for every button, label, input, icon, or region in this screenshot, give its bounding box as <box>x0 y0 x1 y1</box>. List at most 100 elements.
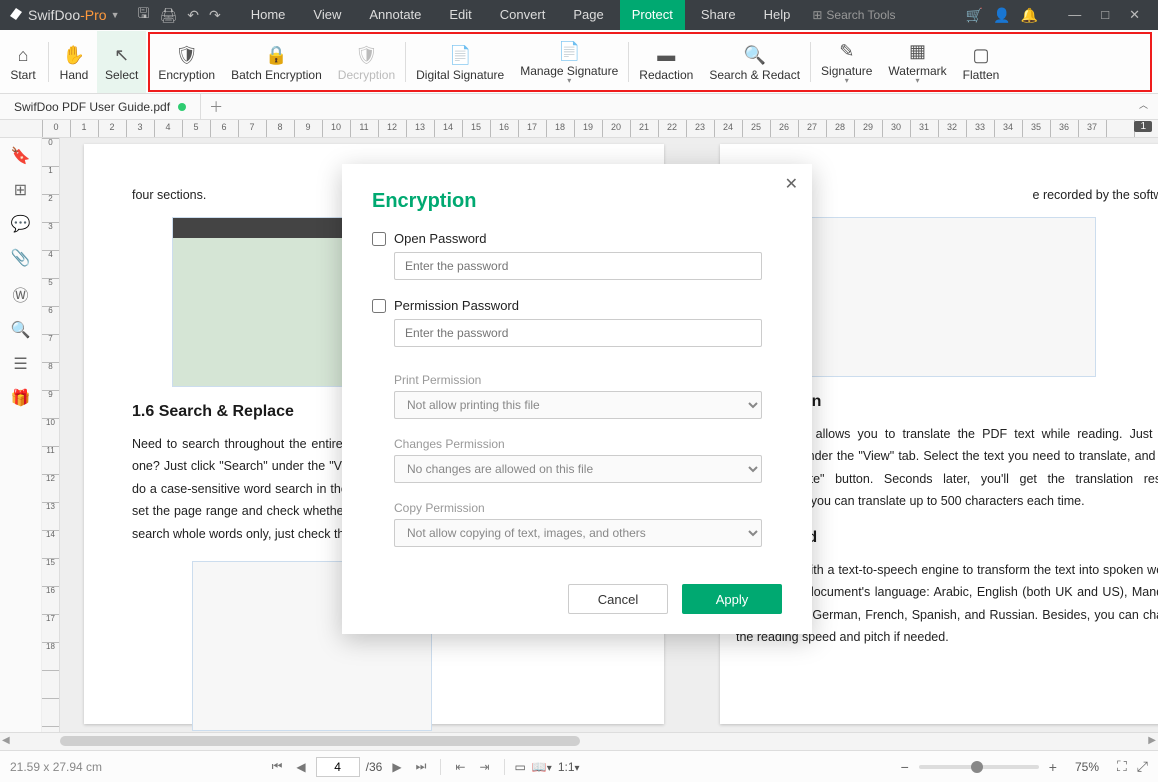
print-permission-select[interactable]: Not allow printing this file <box>394 391 762 419</box>
copy-permission-select[interactable]: Not allow copying of text, images, and o… <box>394 519 762 547</box>
zoom-value: 75% <box>1067 760 1107 774</box>
zoom-out-icon[interactable]: − <box>901 759 909 775</box>
prev-view-icon[interactable]: ⇤ <box>451 760 469 774</box>
ribbon-watermark[interactable]: ▦Watermark▾ <box>880 31 954 93</box>
collapse-ribbon-icon[interactable]: ︿ <box>1139 98 1148 111</box>
changes-permission-select[interactable]: No changes are allowed on this file <box>394 455 762 483</box>
open-password-input[interactable] <box>394 252 762 280</box>
gift-icon[interactable]: 🎁 <box>11 388 31 408</box>
ribbon-signature[interactable]: ✎Signature▾ <box>813 31 880 93</box>
ribbon-redaction[interactable]: ▬Redaction <box>631 31 701 93</box>
save-icon[interactable]: 🖫 <box>138 3 150 27</box>
permission-password-checkbox[interactable] <box>372 299 386 313</box>
document-tab-bar: SwifDoo PDF User Guide.pdf ＋ <box>0 94 1158 120</box>
ribbon-start[interactable]: ⌂ Start <box>0 31 46 93</box>
cursor-icon: ↖ <box>114 42 129 68</box>
hand-icon: ✋ <box>63 42 85 68</box>
zoom-knob[interactable] <box>971 761 983 773</box>
document-tab[interactable]: SwifDoo PDF User Guide.pdf <box>0 94 201 120</box>
first-page-icon[interactable]: ⏮ <box>268 759 287 774</box>
ribbon: ⌂ Start ✋ Hand ↖ Select 🛡Encryption 🔒Bat… <box>0 30 1158 94</box>
close-icon[interactable]: ✕ <box>1123 7 1146 23</box>
ribbon-batch-encryption[interactable]: 🔒Batch Encryption <box>223 31 330 93</box>
menu-protect[interactable]: Protect <box>620 0 685 30</box>
flatten-icon: ▢ <box>972 42 989 68</box>
horizontal-scrollbar[interactable]: ◀ ▶ <box>0 732 1158 750</box>
app-dropdown-icon[interactable]: ▼ <box>111 10 120 20</box>
menu-view[interactable]: View <box>301 0 353 30</box>
page-total: /36 <box>366 760 383 774</box>
bookmark-icon[interactable]: 🔖 <box>11 146 31 166</box>
document-tab-label: SwifDoo PDF User Guide.pdf <box>14 100 170 114</box>
print-permission-label: Print Permission <box>394 373 782 387</box>
user-icon[interactable]: 👤 <box>993 7 1010 24</box>
zoom-slider[interactable] <box>919 765 1039 769</box>
maximize-icon[interactable]: □ <box>1095 7 1115 23</box>
book-view-icon[interactable]: 📖▾ <box>532 760 552 774</box>
comments-icon[interactable]: 💬 <box>11 214 31 234</box>
main-menu: Home View Annotate Edit Convert Page Pro… <box>239 0 803 30</box>
redo-icon[interactable]: ↷ <box>209 7 221 24</box>
dialog-close-icon[interactable]: ✕ <box>785 174 798 194</box>
actual-size-icon[interactable]: 1:1▾ <box>558 760 580 774</box>
menu-help[interactable]: Help <box>752 0 803 30</box>
open-password-checkbox[interactable] <box>372 232 386 246</box>
menu-share[interactable]: Share <box>689 0 748 30</box>
thumbnails-icon[interactable]: ⊞ <box>14 180 27 200</box>
ribbon-flatten[interactable]: ▢Flatten <box>955 31 1008 93</box>
copy-permission-label: Copy Permission <box>394 501 782 515</box>
ribbon-select[interactable]: ↖ Select <box>97 31 146 93</box>
attachments-icon[interactable]: 📎 <box>11 248 31 268</box>
swifdoo-icon <box>8 6 24 25</box>
menu-home[interactable]: Home <box>239 0 298 30</box>
watermark-icon: ▦ <box>909 38 926 64</box>
search-redact-icon: 🔍 <box>743 42 765 68</box>
cart-icon[interactable]: 🛒 <box>966 7 983 24</box>
sign-doc-icon: 📄 <box>449 42 471 68</box>
search-icon[interactable]: 🔍 <box>11 320 31 340</box>
fullscreen-icon[interactable]: ⤢ <box>1137 758 1148 775</box>
window-controls: — □ ✕ <box>1062 7 1146 23</box>
changes-permission-label: Changes Permission <box>394 437 782 451</box>
modified-indicator-icon <box>178 103 186 111</box>
cancel-button[interactable]: Cancel <box>568 584 668 614</box>
page-number-input[interactable] <box>316 757 360 777</box>
menu-annotate[interactable]: Annotate <box>357 0 433 30</box>
menu-page[interactable]: Page <box>561 0 615 30</box>
zoom-in-icon[interactable]: + <box>1049 759 1057 775</box>
manage-sign-icon: 📄 <box>558 38 580 64</box>
ribbon-encryption[interactable]: 🛡Encryption <box>150 31 223 93</box>
scroll-thumb[interactable] <box>60 736 580 746</box>
menu-convert[interactable]: Convert <box>488 0 558 30</box>
prev-page-icon[interactable]: ◀ <box>292 760 309 774</box>
lock-icon: 🔒 <box>265 42 287 68</box>
next-page-icon[interactable]: ▶ <box>388 760 405 774</box>
menu-edit[interactable]: Edit <box>437 0 483 30</box>
list-icon[interactable]: ☰ <box>13 354 27 374</box>
ribbon-digital-signature[interactable]: 📄Digital Signature <box>408 31 512 93</box>
ribbon-decryption[interactable]: 🛡Decryption <box>330 31 403 93</box>
fit-width-icon[interactable]: ⛶ <box>1117 758 1127 775</box>
scroll-right-icon[interactable]: ▶ <box>1148 735 1156 746</box>
last-page-icon[interactable]: ⏭ <box>412 759 431 774</box>
next-view-icon[interactable]: ⇥ <box>475 760 493 774</box>
undo-icon[interactable]: ↶ <box>187 7 199 24</box>
ribbon-hand[interactable]: ✋ Hand <box>51 31 97 93</box>
print-icon[interactable]: 🖨 <box>159 7 177 24</box>
scroll-left-icon[interactable]: ◀ <box>2 735 10 746</box>
open-password-label: Open Password <box>394 231 487 246</box>
permission-password-label: Permission Password <box>394 298 519 313</box>
ribbon-manage-signature[interactable]: 📄Manage Signature▾ <box>512 31 626 93</box>
search-tools[interactable]: ⊞ Search Tools <box>812 8 895 22</box>
redact-icon: ▬ <box>657 42 675 68</box>
protect-ribbon-group: 🛡Encryption 🔒Batch Encryption 🛡Decryptio… <box>148 32 1152 92</box>
single-page-icon[interactable]: ▭ <box>515 760 526 774</box>
title-bar: SwifDoo-Pro ▼ 🖫 🖨 ↶ ↷ Home View Annotate… <box>0 0 1158 30</box>
ribbon-search-redact[interactable]: 🔍Search & Redact <box>701 31 808 93</box>
permission-password-input[interactable] <box>394 319 762 347</box>
apply-button[interactable]: Apply <box>682 584 782 614</box>
bell-icon[interactable]: 🔔 <box>1021 7 1038 24</box>
minimize-icon[interactable]: — <box>1062 7 1087 23</box>
add-tab-icon[interactable]: ＋ <box>201 97 231 117</box>
word-icon[interactable]: Ⓦ <box>12 282 28 306</box>
